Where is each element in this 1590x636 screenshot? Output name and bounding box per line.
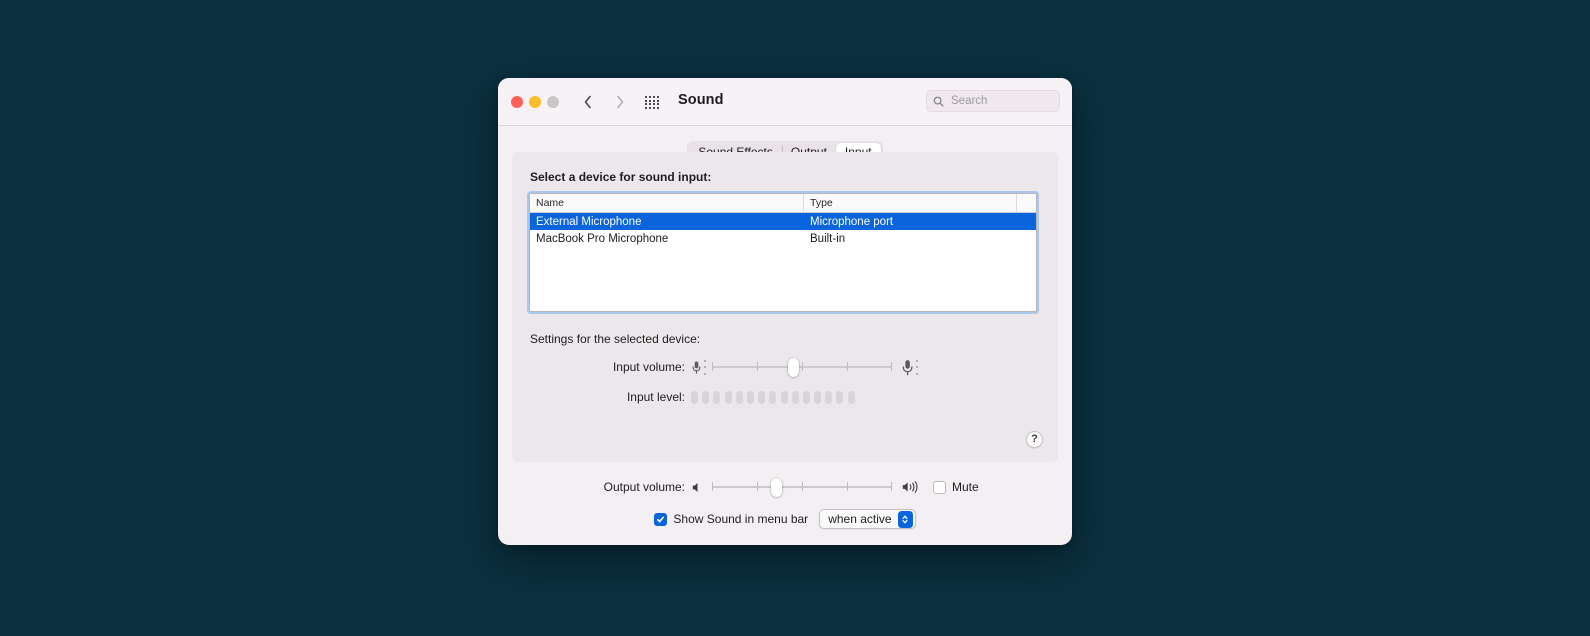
mute-control[interactable]: Mute [933,480,979,494]
menubar-select-value: when active [828,512,892,526]
microphone-large-icon [901,359,918,376]
slider-tick [891,362,892,371]
device-type: Microphone port [810,215,894,228]
slider-tick [847,362,848,371]
slider-knob[interactable] [771,478,783,497]
level-segment [814,390,822,404]
level-segment [735,390,743,404]
input-settings-panel: Select a device for sound input: Name Ty… [512,152,1058,462]
level-segment [724,390,732,404]
column-header-name[interactable]: Name [530,194,804,212]
level-segment [758,390,766,404]
level-segment [825,390,833,404]
dotted-tail-icon [916,359,918,375]
menubar-row: Show Sound in menu bar when active [498,509,1072,529]
table-row[interactable]: External Microphone Microphone port [530,213,1036,230]
slider-tick [802,482,803,491]
speaker-low-icon [691,481,704,494]
level-segment [746,390,754,404]
input-volume-slider[interactable] [712,358,892,377]
stepper-updown-icon[interactable] [897,510,913,528]
device-type: Built-in [810,232,846,245]
input-level-row: Input level: [512,390,1058,404]
table-body: External Microphone Microphone port MacB… [530,213,1036,311]
output-volume-slider[interactable] [712,478,892,497]
device-name: MacBook Pro Microphone [536,232,669,245]
show-sound-menubar-checkbox[interactable] [654,512,668,526]
mute-checkbox[interactable] [933,480,946,494]
sound-preferences-window: Sound Sound Effects Output Input Select … [498,78,1072,545]
column-header-type[interactable]: Type [804,194,1017,212]
device-name: External Microphone [536,215,642,228]
table-row[interactable]: MacBook Pro Microphone Built-in [530,230,1036,247]
level-segment [802,390,810,404]
slider-tick [802,362,803,371]
close-button[interactable] [511,96,523,108]
level-segment [780,390,788,404]
output-volume-row: Output volume: Mute [498,478,1072,497]
level-segment [702,390,710,404]
menubar-visibility-select[interactable]: when active [819,509,916,529]
input-level-meter [691,390,855,404]
slider-tick [891,482,892,491]
page-title: Sound [678,92,724,108]
zoom-button[interactable] [547,96,559,108]
level-segment [791,390,799,404]
help-button[interactable]: ? [1026,431,1043,448]
slider-tick [712,482,713,491]
grid-apps-icon[interactable] [645,96,660,109]
chevron-right-icon[interactable] [609,91,631,113]
select-device-label: Select a device for sound input: [530,170,712,184]
checkmark-icon [657,516,665,522]
slider-tick [847,482,848,491]
level-segment [847,390,855,404]
slider-tick [757,362,758,371]
level-segment [691,390,698,404]
settings-for-device-label: Settings for the selected device: [530,332,701,346]
input-volume-row: Input volume: [512,358,1058,377]
device-table-focus-ring: Name Type External Microphone Microphone… [527,191,1039,314]
device-table[interactable]: Name Type External Microphone Microphone… [529,193,1037,312]
level-segment [713,390,721,404]
level-segment [836,390,844,404]
level-segment [769,390,777,404]
search-field[interactable] [926,90,1060,112]
search-input[interactable] [949,94,1053,108]
table-header-row: Name Type [530,194,1036,213]
show-sound-menubar-label: Show Sound in menu bar [673,512,809,526]
input-volume-label: Input volume: [612,360,685,374]
search-icon [933,96,944,107]
input-level-label: Input level: [626,390,685,404]
mute-label: Mute [952,480,979,494]
column-header-extra[interactable] [1017,194,1036,212]
speaker-high-icon [901,480,920,494]
dotted-tail-icon [704,359,706,375]
output-volume-label: Output volume: [603,480,685,494]
slider-knob[interactable] [788,358,800,377]
chevron-left-icon[interactable] [577,91,599,113]
window-titlebar: Sound [498,78,1072,126]
microphone-small-icon [691,359,706,375]
slider-tick [757,482,758,491]
minimize-button[interactable] [529,96,541,108]
slider-tick [712,362,713,371]
